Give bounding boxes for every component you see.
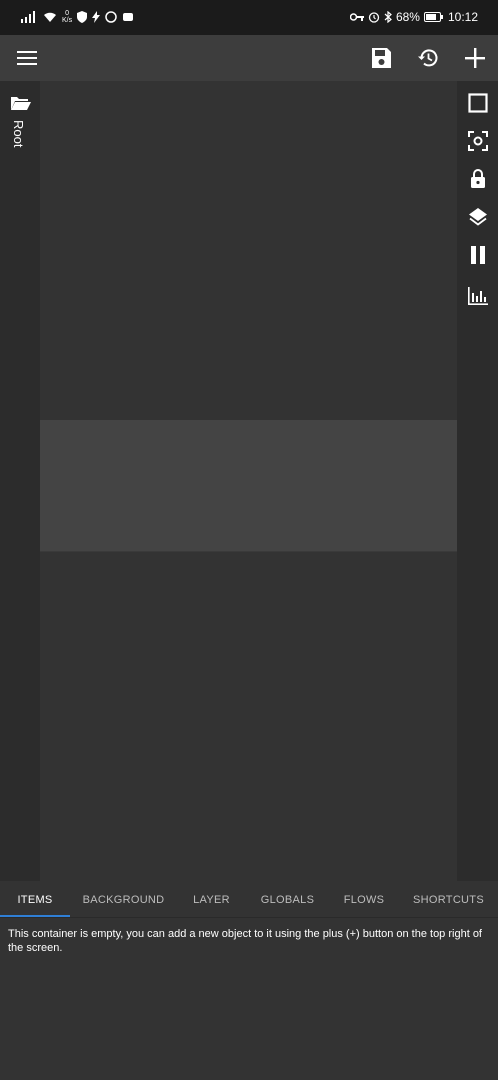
net-speed: 0 K/s [62,10,72,24]
folder-open-icon [11,97,31,110]
app-toolbar [0,35,498,81]
stats-button[interactable] [457,277,498,315]
focus-icon [467,131,488,151]
flash-icon [92,11,101,23]
lock-icon [470,169,485,188]
save-icon [372,48,391,68]
root-breadcrumb[interactable]: Root [11,120,26,147]
wifi-icon [44,12,56,22]
stats-icon [467,287,488,305]
add-button[interactable] [452,35,498,81]
pause-icon [470,246,485,264]
lock-button[interactable] [457,160,498,198]
tab-shortcuts[interactable]: SHORTCUTS [399,884,498,916]
menu-icon [17,51,37,65]
alarm-icon [368,12,380,23]
status-right: 68% 10:12 [349,10,478,24]
layers-icon [468,208,487,226]
bottom-tabs: ITEMS BACKGROUND LAYER GLOBALS FLOWS SHO… [0,884,498,918]
history-button[interactable] [405,35,451,81]
net-speed-unit: K/s [62,17,73,24]
tools-strip [457,81,498,881]
net-speed-value: 0 [65,10,70,17]
tab-layer[interactable]: LAYER [177,884,246,916]
pause-button[interactable] [457,236,498,274]
tab-background[interactable]: BACKGROUND [70,884,177,916]
data-icon [105,11,117,23]
focus-button[interactable] [457,122,498,160]
select-box-button[interactable] [457,84,498,122]
history-icon [418,49,438,67]
add-icon [465,48,485,68]
status-left: 0 K/s [20,10,134,24]
cloud-icon [123,13,134,21]
signal-icon [21,11,35,23]
menu-button[interactable] [4,35,50,81]
tab-items[interactable]: ITEMS [0,884,70,917]
key-icon [349,13,364,21]
save-button[interactable] [358,35,404,81]
bluetooth-icon [384,11,392,23]
hierarchy-strip[interactable] [0,81,40,881]
status-time: 10:12 [447,10,478,24]
container-area[interactable] [40,420,457,552]
status-bar: 0 K/s 68% 10:12 [0,0,498,35]
tab-globals[interactable]: GLOBALS [246,884,329,916]
layers-button[interactable] [457,198,498,236]
select-box-icon [467,93,488,113]
tab-flows[interactable]: FLOWS [329,884,399,916]
battery-percent: 68% [395,10,420,24]
battery-icon [423,12,443,22]
empty-container-message: This container is empty, you can add a n… [8,928,482,954]
vpn-icon [77,11,88,23]
